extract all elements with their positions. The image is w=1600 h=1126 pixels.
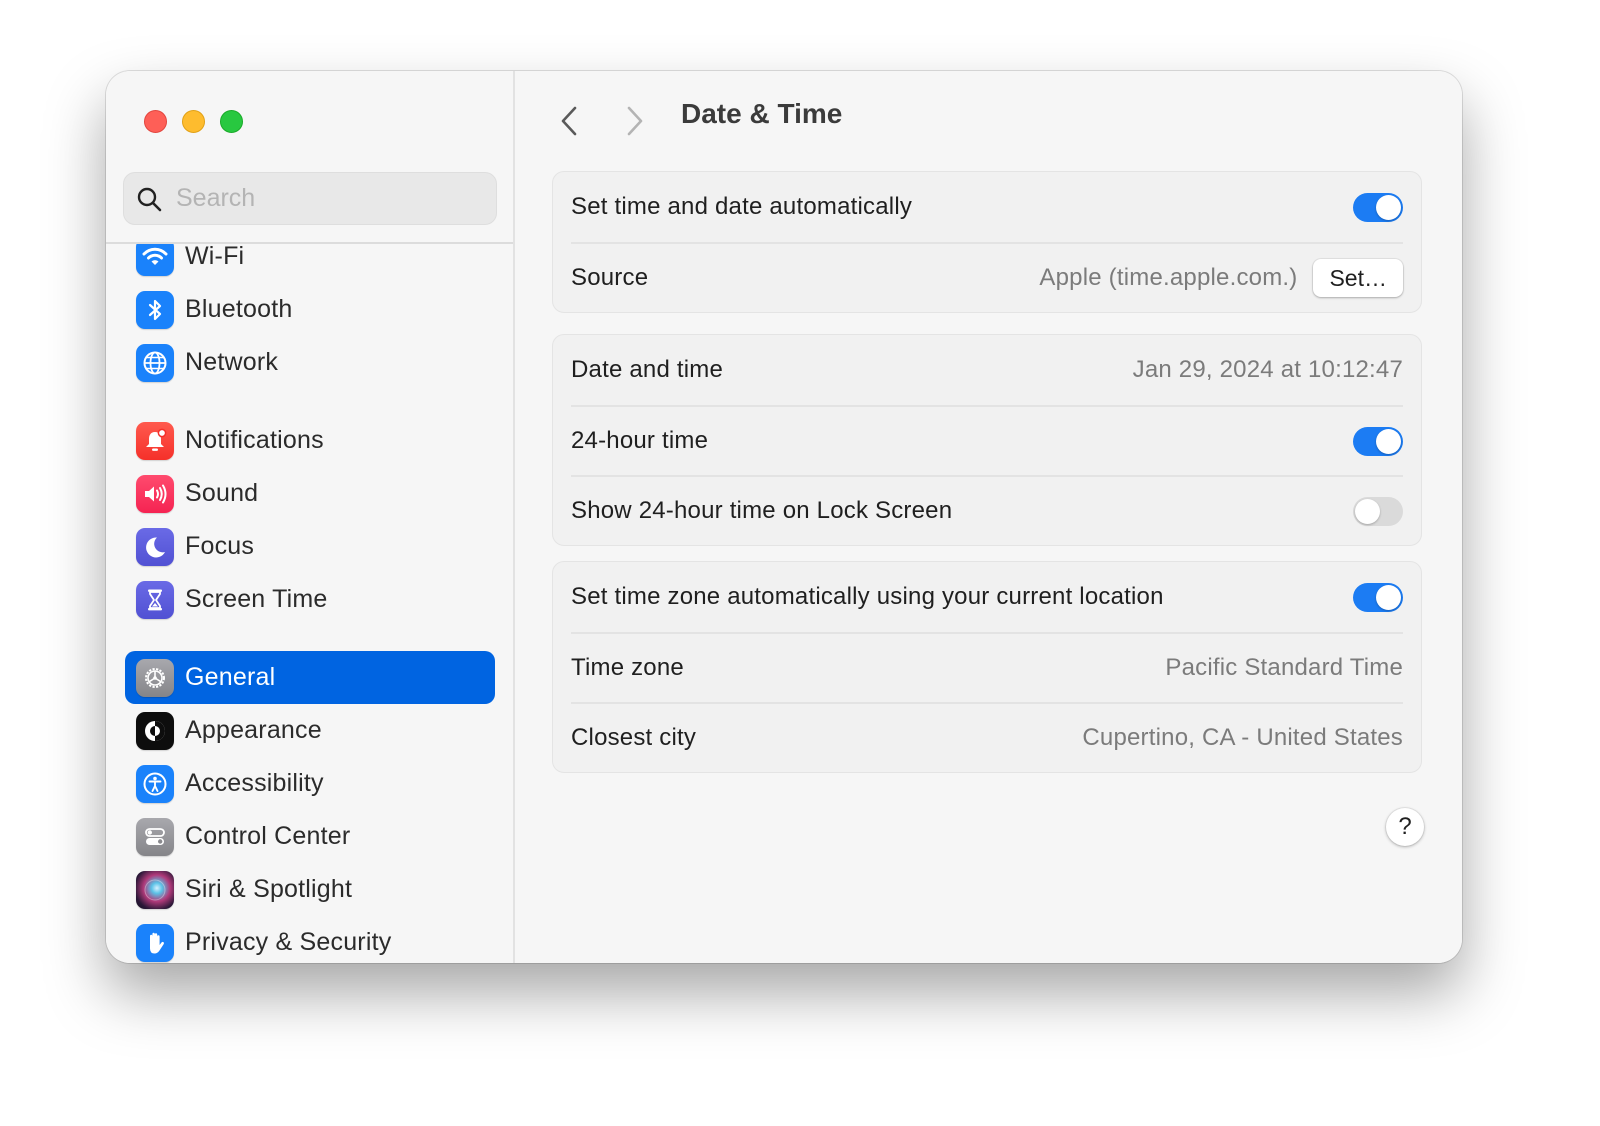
sidebar-item-label: Focus <box>185 532 255 560</box>
search-input[interactable] <box>176 184 476 213</box>
sidebar-item-general[interactable]: General <box>125 651 495 704</box>
sidebar-item-notifications[interactable]: Notifications <box>125 414 495 467</box>
closest-city-value: Cupertino, CA - United States <box>1082 724 1403 751</box>
moon-icon <box>136 527 174 566</box>
sidebar-item-label: Siri & Spotlight <box>185 875 353 903</box>
time-zone-group: Set time zone automatically using your c… <box>552 561 1422 773</box>
set-source-button[interactable]: Set… <box>1313 259 1403 297</box>
sidebar-item-label: Appearance <box>185 716 322 744</box>
globe-icon <box>136 343 174 382</box>
set-time-automatically-row: Set time and date automatically <box>571 172 1403 242</box>
row-label: Closest city <box>571 724 697 751</box>
sidebar-item-label: Accessibility <box>185 769 324 797</box>
lock-screen-24-hour-toggle[interactable] <box>1353 496 1403 526</box>
sidebar-item-control-center[interactable]: Control Center <box>125 810 495 863</box>
magnifying-glass-icon <box>137 187 162 211</box>
search-field[interactable] <box>123 172 497 225</box>
wifi-icon <box>136 244 174 276</box>
sidebar-item-label: Notifications <box>185 426 324 454</box>
sidebar: Wi-Fi Bluetooth Network <box>106 71 515 963</box>
sidebar-item-label: General <box>185 663 276 691</box>
back-button[interactable] <box>549 101 589 141</box>
window-controls <box>144 110 243 133</box>
time-zone-value: Pacific Standard Time <box>1165 654 1403 681</box>
siri-icon <box>136 870 174 909</box>
chevron-left-icon <box>561 106 577 136</box>
maximize-button[interactable] <box>220 110 243 133</box>
close-button[interactable] <box>144 110 167 133</box>
sidebar-item-bluetooth[interactable]: Bluetooth <box>125 283 495 336</box>
chevron-right-icon <box>627 106 643 136</box>
forward-button[interactable] <box>615 101 655 141</box>
switches-icon <box>136 817 174 856</box>
row-label: Set time and date automatically <box>571 193 913 220</box>
hourglass-icon <box>136 580 174 619</box>
set-time-automatically-toggle[interactable] <box>1353 192 1403 222</box>
sidebar-item-label: Wi-Fi <box>185 244 245 270</box>
minimize-button[interactable] <box>182 110 205 133</box>
toolbar: Date & Time <box>515 97 1462 145</box>
bluetooth-icon <box>136 290 174 329</box>
row-label: Date and time <box>571 356 724 383</box>
sidebar-item-accessibility[interactable]: Accessibility <box>125 757 495 810</box>
24-hour-time-toggle[interactable] <box>1353 426 1403 456</box>
auto-time-zone-toggle[interactable] <box>1353 582 1403 612</box>
hand-icon <box>136 923 174 962</box>
page-title: Date & Time <box>681 98 843 129</box>
help-button[interactable]: ? <box>1386 808 1424 846</box>
appearance-icon <box>136 711 174 750</box>
sidebar-item-screen-time[interactable]: Screen Time <box>125 573 495 626</box>
row-label: Time zone <box>571 654 684 681</box>
time-zone-row: Time zone Pacific Standard Time <box>571 632 1403 702</box>
sidebar-item-appearance[interactable]: Appearance <box>125 704 495 757</box>
row-label: Set time zone automatically using your c… <box>571 583 1164 610</box>
date-and-time-value: Jan 29, 2024 at 10:12:47 <box>1132 356 1403 383</box>
sidebar-item-focus[interactable]: Focus <box>125 520 495 573</box>
main-pane: Date & Time Set time and date automatica… <box>515 71 1462 963</box>
date-and-time-row: Date and time Jan 29, 2024 at 10:12:47 <box>571 335 1403 405</box>
sidebar-item-wifi[interactable]: Wi-Fi <box>125 244 495 283</box>
sidebar-item-label: Bluetooth <box>185 295 293 323</box>
sidebar-nav: Wi-Fi Bluetooth Network Notifications So… <box>106 244 513 963</box>
sidebar-item-label: Network <box>185 348 279 376</box>
sidebar-item-label: Control Center <box>185 822 351 850</box>
sidebar-item-sound[interactable]: Sound <box>125 467 495 520</box>
row-label: 24-hour time <box>571 427 709 454</box>
closest-city-row: Closest city Cupertino, CA - United Stat… <box>571 702 1403 772</box>
accessibility-icon <box>136 764 174 803</box>
date-time-format-group: Date and time Jan 29, 2024 at 10:12:47 2… <box>552 334 1422 546</box>
sidebar-item-privacy-security[interactable]: Privacy & Security <box>125 916 495 963</box>
source-value: Apple (time.apple.com.) <box>1039 264 1298 291</box>
system-settings-window: Wi-Fi Bluetooth Network <box>106 71 1462 963</box>
sidebar-item-label: Screen Time <box>185 585 328 613</box>
sidebar-item-label: Privacy & Security <box>185 928 392 956</box>
sidebar-item-label: Sound <box>185 479 259 507</box>
row-label: Show 24-hour time on Lock Screen <box>571 497 953 524</box>
speaker-icon <box>136 474 174 513</box>
bell-icon <box>136 421 174 460</box>
row-label: Source <box>571 264 649 291</box>
source-row: Source Apple (time.apple.com.) Set… <box>571 242 1403 312</box>
gear-icon <box>136 658 174 697</box>
sidebar-item-siri-spotlight[interactable]: Siri & Spotlight <box>125 863 495 916</box>
sidebar-item-network[interactable]: Network <box>125 336 495 389</box>
lock-screen-24-hour-row: Show 24-hour time on Lock Screen <box>571 475 1403 545</box>
24-hour-time-row: 24-hour time <box>571 405 1403 475</box>
automatic-time-group: Set time and date automatically Source A… <box>552 171 1422 313</box>
auto-time-zone-row: Set time zone automatically using your c… <box>571 562 1403 632</box>
